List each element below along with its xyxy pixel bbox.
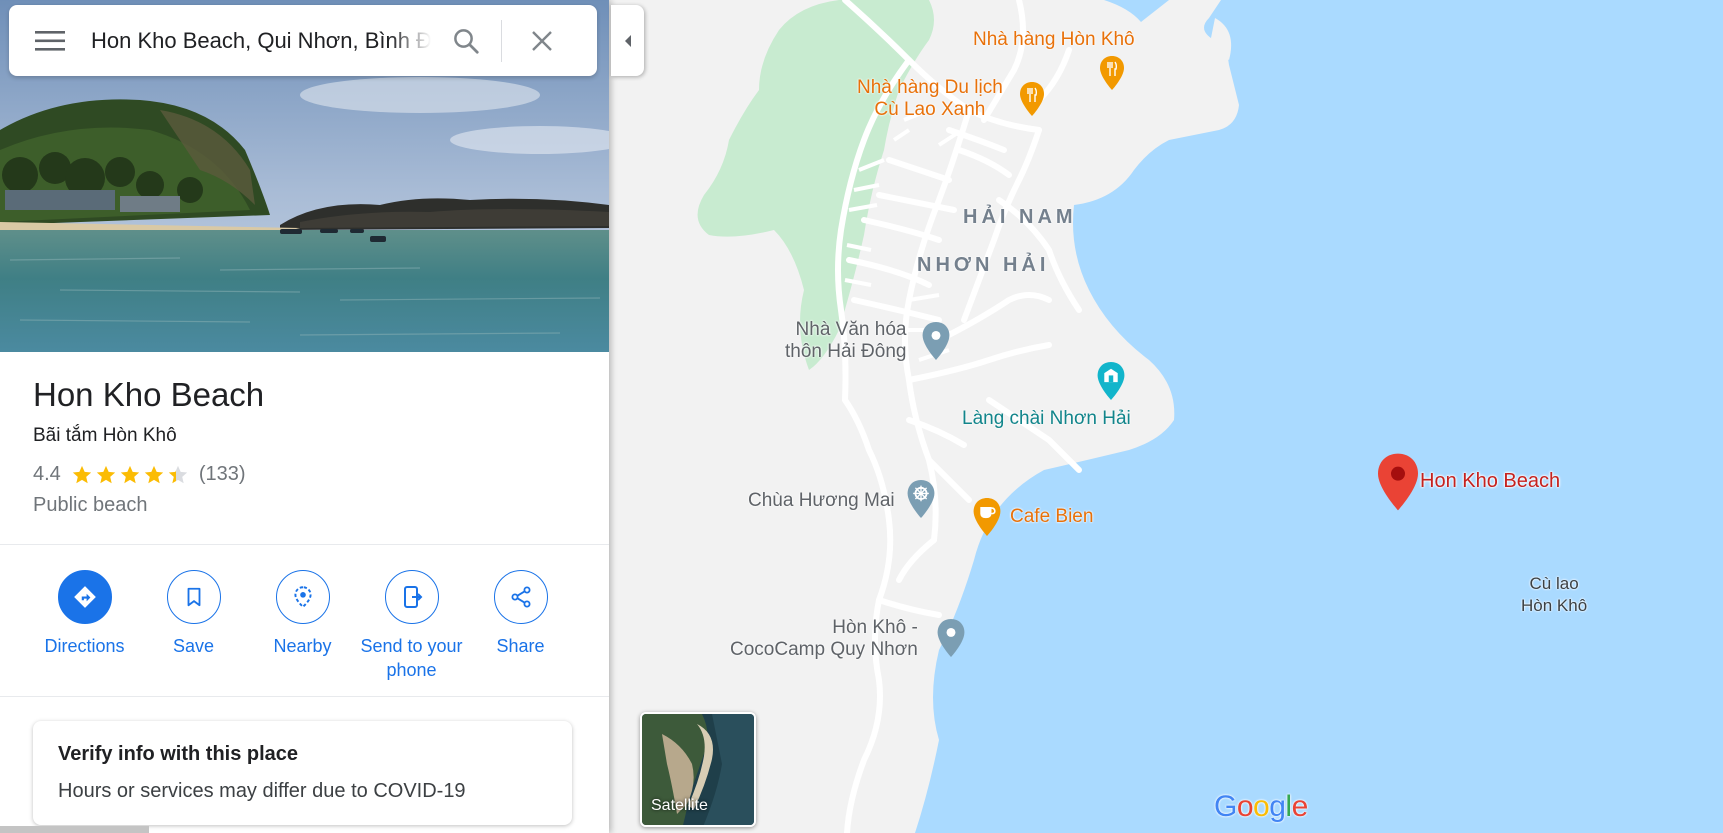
directions-button[interactable]: Directions xyxy=(30,570,139,682)
place-pin-icon[interactable] xyxy=(922,322,950,360)
rating-value: 4.4 xyxy=(33,463,61,485)
divider xyxy=(0,544,609,545)
star-icon xyxy=(96,465,115,483)
save-button[interactable]: Save xyxy=(139,570,248,682)
directions-icon xyxy=(73,586,96,608)
cafe-pin-icon[interactable] xyxy=(973,498,1001,536)
place-title: Hon Kho Beach xyxy=(33,376,265,413)
hamburger-menu-icon xyxy=(35,30,65,51)
place-pin-icon[interactable] xyxy=(937,619,965,657)
poi-label[interactable]: Cafe Bien xyxy=(1010,506,1093,528)
nearby-icon xyxy=(293,586,312,609)
save-label: Save xyxy=(172,636,215,656)
search-button[interactable] xyxy=(431,5,501,76)
divider xyxy=(0,696,609,697)
chevron-left-icon xyxy=(624,34,631,47)
share-icon xyxy=(511,586,530,608)
selected-place-pin-icon[interactable] xyxy=(1378,453,1418,511)
share-label: Share xyxy=(496,636,545,656)
place-subtitle: Bãi tắm Hòn Khô xyxy=(33,425,177,446)
share-button[interactable]: Share xyxy=(466,570,575,682)
map-canvas[interactable]: Nhà hàng Hòn Khô Nhà hàng Du lịch Cù Lao… xyxy=(609,0,1723,833)
review-count-link[interactable]: (133) xyxy=(199,463,246,486)
poi-label[interactable]: Nhà hàng Du lịch Cù Lao Xanh xyxy=(857,77,1003,121)
action-buttons: Directions Save Nearby Send to your phon… xyxy=(30,570,575,682)
close-icon xyxy=(532,30,552,51)
star-icon xyxy=(144,465,163,483)
verify-title: Verify info with this place xyxy=(58,743,299,765)
satellite-layer-toggle[interactable]: Satellite xyxy=(640,712,756,827)
map-base xyxy=(609,0,1723,833)
poi-label[interactable]: Nhà Văn hóa thôn Hải Đông xyxy=(785,319,906,363)
nearby-button[interactable]: Nearby xyxy=(248,570,357,682)
poi-label[interactable]: Hòn Khô - CocoCamp Quy Nhơn xyxy=(730,617,918,661)
clear-search-button[interactable] xyxy=(502,5,582,76)
send-to-phone-button[interactable]: Send to your phone xyxy=(357,570,466,682)
search-input[interactable]: Hon Kho Beach, Qui Nhơn, Bình Định xyxy=(91,21,431,61)
rating-stars xyxy=(71,464,189,486)
star-icon xyxy=(168,465,187,483)
star-icon xyxy=(120,465,139,483)
verify-text: Hours or services may differ due to COVI… xyxy=(58,780,466,802)
poi-label[interactable]: Chùa Hương Mai xyxy=(748,490,895,512)
satellite-label: Satellite xyxy=(651,797,708,814)
google-logo: Google xyxy=(1214,790,1308,823)
temple-pin-icon[interactable] xyxy=(907,480,935,518)
poi-label[interactable]: Nhà hàng Hòn Khô xyxy=(973,29,1135,51)
directions-label: Directions xyxy=(44,636,125,656)
send-to-phone-label: Send to your phone xyxy=(360,636,463,680)
send-to-phone-icon xyxy=(403,586,422,608)
restaurant-pin-icon[interactable] xyxy=(1100,56,1124,90)
bookmark-icon xyxy=(187,587,200,607)
search-box: Hon Kho Beach, Qui Nhơn, Bình Định xyxy=(9,5,597,76)
restaurant-pin-icon[interactable] xyxy=(1020,82,1044,116)
island-label: Cù lao Hòn Khô xyxy=(1521,574,1588,615)
collapse-panel-button[interactable] xyxy=(611,5,644,76)
verify-info-card: Verify info with this place Hours or ser… xyxy=(33,721,572,825)
poi-label[interactable]: Làng chài Nhơn Hải xyxy=(962,408,1131,430)
landmark-pin-icon[interactable] xyxy=(1097,362,1125,400)
star-icon xyxy=(72,465,91,483)
menu-button[interactable] xyxy=(9,5,91,76)
selected-place-label[interactable]: Hon Kho Beach xyxy=(1420,470,1560,492)
place-category[interactable]: Public beach xyxy=(33,494,148,517)
rating-row: 4.4 (133) xyxy=(33,463,246,486)
horizontal-scrollbar[interactable] xyxy=(0,826,149,833)
area-label: HẢI NAM xyxy=(963,206,1077,228)
area-label: NHƠN HẢI xyxy=(917,254,1050,276)
place-panel: Hon Kho Beach Bãi tắm Hòn Khô 4.4 (133) … xyxy=(0,0,609,833)
nearby-label: Nearby xyxy=(273,636,332,656)
search-icon xyxy=(454,28,479,54)
